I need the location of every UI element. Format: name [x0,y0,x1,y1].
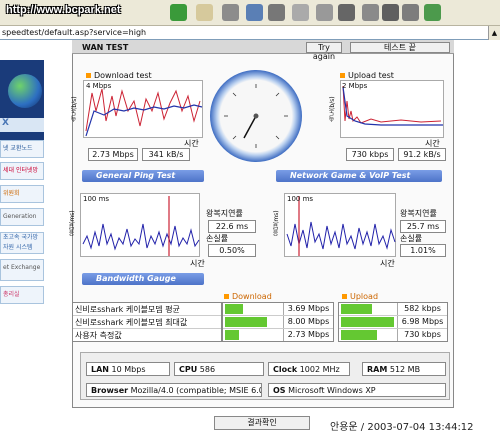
close-icon[interactable]: X [0,118,44,132]
download-ymax: 4 Mbps [86,82,112,90]
gauge-upload-bar [341,330,377,340]
bandwidth-gauge-bar: Bandwidth Gauge [82,273,204,285]
try-again-button[interactable]: Try again [306,42,342,61]
wan-test-title: WAN TEST [82,43,129,52]
address-scroll-button[interactable]: ▲ [488,26,500,40]
tools-icon[interactable] [338,4,355,21]
messenger-icon[interactable] [316,4,333,21]
gauge-upload-value: 582 kbps [397,303,447,315]
dial-needle [243,115,257,139]
ping-right-latency-label: 왕복지연률 [400,209,437,218]
sidebar-item-exchange-node[interactable]: 넷 교환노드 [0,140,44,158]
gauge-download-header: Download [224,292,272,301]
test-status-button[interactable]: 테스트 끝 [350,42,450,53]
ping-left-series [82,223,200,251]
sidebar-item-committee[interactable]: 위원회 [0,185,44,203]
ping-left-latency-value: 22.6 ms [208,220,256,233]
ping-left-ytitle: 응답(ms) [69,210,76,236]
ping-right-ytitle: 응답(ms) [273,210,280,236]
os-info: OS Microsoft Windows XP [268,383,446,397]
upload-ytitle: 속도(b/s) [329,96,336,122]
ping-left-xlabel: 시간 [190,259,205,268]
ping-left-loss-value: 0.50% [208,244,256,257]
cpu-info: CPU 586 [174,362,264,376]
network-icon[interactable] [382,4,399,21]
timestamp-stamp: 안용운 / 2003-07-04 13:44:12 [330,422,474,433]
gauge-upload-header: Upload [342,292,378,301]
sidebar-item-net-exchange[interactable]: et Exchange [0,259,44,281]
download-blue-series [85,104,203,137]
upload-kbps-value: 730 kbps [346,148,394,161]
ping-right-loss-value: 1.01% [400,244,446,257]
ping-left-latency-label: 왕복지연률 [206,209,243,218]
gauge-download-value: 2.73 Mbps [283,329,333,341]
clock-info: Clock 1002 MHz [268,362,350,376]
sidebar: X 넷 교환노드 세대 인터넷망 위원회 Generation 초고속 국가망 … [0,40,44,437]
dial-hub [253,113,259,119]
plugin-icon[interactable] [424,4,441,21]
print-icon[interactable] [222,4,239,21]
gauge-upload-column: 582 kbps 6.98 Mbps 730 kbps [338,302,448,342]
gauge-download-value: 3.69 Mbps [283,303,333,315]
browser-info: Browser Mozilla/4.0 (compatible; MSIE 6.… [86,383,262,397]
gauge-row-label: 신비로sshark 케이블모뎀 최대값 [73,316,221,329]
sidebar-item-national-net[interactable]: 초고속 국가망 자원 시스템 [0,232,44,254]
gauge-upload-bar [341,304,372,314]
ping-left-loss-label: 손실률 [206,234,229,243]
gauge-row-label: 신비로sshark 케이블모뎀 평균 [73,303,221,316]
upload-ymax: 2 Mbps [342,82,368,90]
settings-icon[interactable] [362,4,379,21]
refresh-icon[interactable] [170,4,187,21]
gauge-download-column: 3.69 Mbps 8.00 Mbps 2.73 Mbps [222,302,334,342]
gauge-download-bar [225,317,267,327]
screen-icon[interactable] [402,4,419,21]
calendar-icon[interactable] [292,4,309,21]
download-ytitle: 속도(b/s) [71,96,78,122]
ping-right-latency-value: 25.7 ms [400,220,446,233]
upload-kbs-value: 91.2 kB/s [398,148,446,161]
mail-icon[interactable] [196,4,213,21]
ping-left-ymax: 100 ms [83,195,110,203]
download-kbs-value: 341 kB/s [142,148,190,161]
gauge-upload-bar [341,317,394,327]
gauge-download-value: 8.00 Mbps [283,316,333,328]
download-mbps-value: 2.73 Mbps [88,148,138,161]
ram-info: RAM 512 MB [362,362,446,376]
gauge-upload-value: 730 kbps [397,329,447,341]
ping-right-xlabel: 시간 [380,259,395,268]
gauge-row-label: 사용자 측정값 [75,331,122,340]
ping-right-ymax: 100 ms [287,195,314,203]
upload-red-series [342,85,442,124]
watermark: http://www.bcpark.net [6,4,121,16]
upload-test-label: Upload test [340,71,394,80]
confirm-result-button[interactable]: 결과확인 [214,416,310,430]
speed-dial [210,70,302,162]
gauge-download-bar [225,330,239,340]
gauge-upload-value: 6.98 Mbps [397,316,447,328]
sidebar-item-next-gen-net[interactable]: 세대 인터넷망 [0,162,44,180]
ping-right-series [286,221,396,250]
globe-icon [8,74,42,108]
ping-right-loss-label: 손실률 [400,234,423,243]
edit-icon[interactable] [246,4,263,21]
gauge-download-bar [225,304,243,314]
sidebar-item-generation[interactable]: Generation [0,208,44,226]
general-ping-bar: General Ping Test [82,170,204,182]
network-game-voip-bar: Network Game & VoIP Test [276,170,442,182]
discuss-icon[interactable] [268,4,285,21]
download-test-label: Download test [86,71,152,80]
lan-info: LAN 10 Mbps [86,362,170,376]
address-bar[interactable]: speedtest/default.asp?service=high [0,26,500,40]
gauge-label-column: 신비로sshark 케이블모뎀 평균 신비로sshark 케이블모뎀 최대값 사… [72,302,222,342]
sidebar-item-prime-minister[interactable]: 총리실 [0,286,44,304]
